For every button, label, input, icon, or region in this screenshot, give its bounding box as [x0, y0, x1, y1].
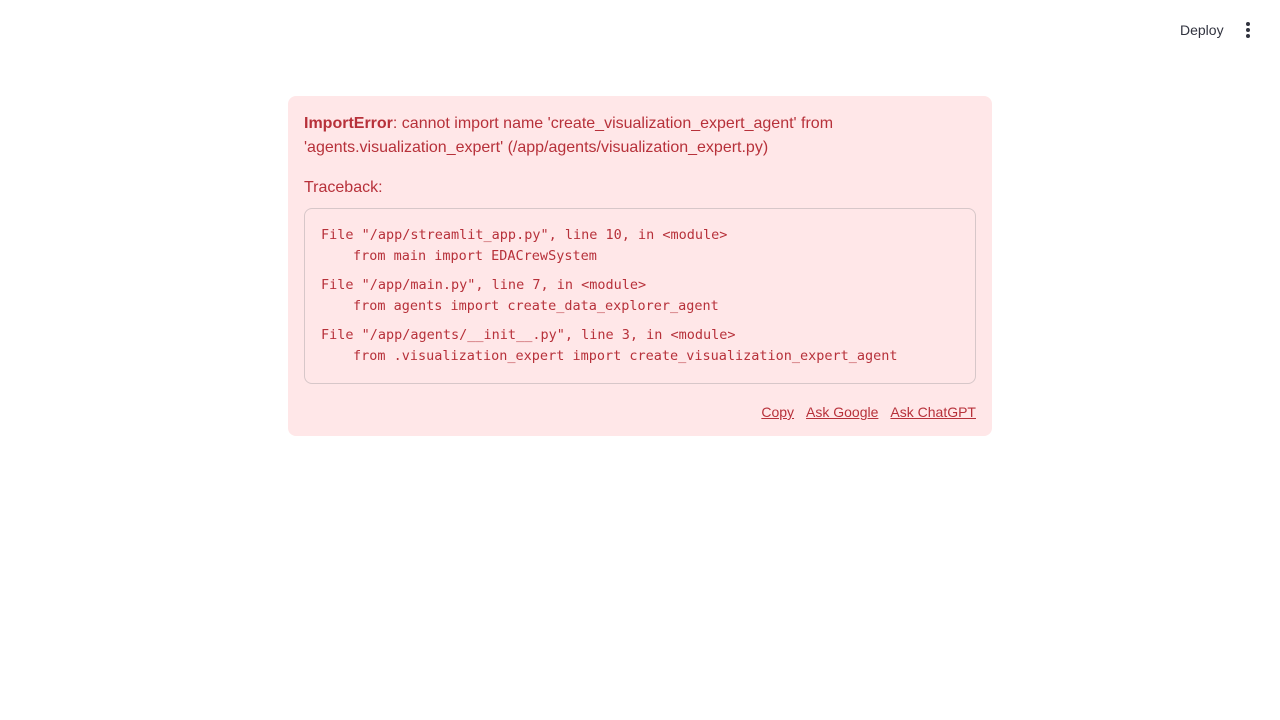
error-type: ImportError — [304, 115, 393, 132]
traceback-frame: File "/app/agents/__init__.py", line 3, … — [321, 325, 959, 367]
error-actions: Copy Ask Google Ask ChatGPT — [761, 404, 976, 420]
frame-location: File "/app/main.py", line 7, in <module> — [321, 277, 647, 293]
ask-google-link[interactable]: Ask Google — [806, 404, 878, 420]
error-message-line2: 'agents.visualization_expert' (/app/agen… — [304, 139, 769, 156]
menu-dot — [1246, 28, 1250, 32]
traceback-label: Traceback: — [304, 179, 383, 196]
app-header: Deploy — [0, 0, 1280, 60]
frame-location: File "/app/agents/__init__.py", line 3, … — [321, 327, 736, 343]
copy-link[interactable]: Copy — [761, 404, 794, 420]
traceback-frame: File "/app/streamlit_app.py", line 10, i… — [321, 225, 959, 267]
frame-location: File "/app/streamlit_app.py", line 10, i… — [321, 227, 728, 243]
traceback-frame: File "/app/main.py", line 7, in <module>… — [321, 275, 959, 317]
frame-code: from main import EDACrewSystem — [353, 248, 597, 264]
error-message-line1: : cannot import name 'create_visualizati… — [392, 115, 834, 132]
menu-dot — [1246, 34, 1250, 38]
ask-chatgpt-link[interactable]: Ask ChatGPT — [890, 404, 976, 420]
deploy-button[interactable]: Deploy — [1170, 18, 1234, 42]
frame-code: from .visualization_expert import create… — [353, 348, 898, 364]
error-message: ImportError: cannot import name 'create_… — [304, 112, 976, 160]
menu-dot — [1246, 22, 1250, 26]
traceback-block: File "/app/streamlit_app.py", line 10, i… — [304, 208, 976, 384]
kebab-menu-icon[interactable] — [1236, 18, 1260, 42]
error-alert: ImportError: cannot import name 'create_… — [288, 96, 992, 436]
frame-code: from agents import create_data_explorer_… — [353, 298, 719, 314]
